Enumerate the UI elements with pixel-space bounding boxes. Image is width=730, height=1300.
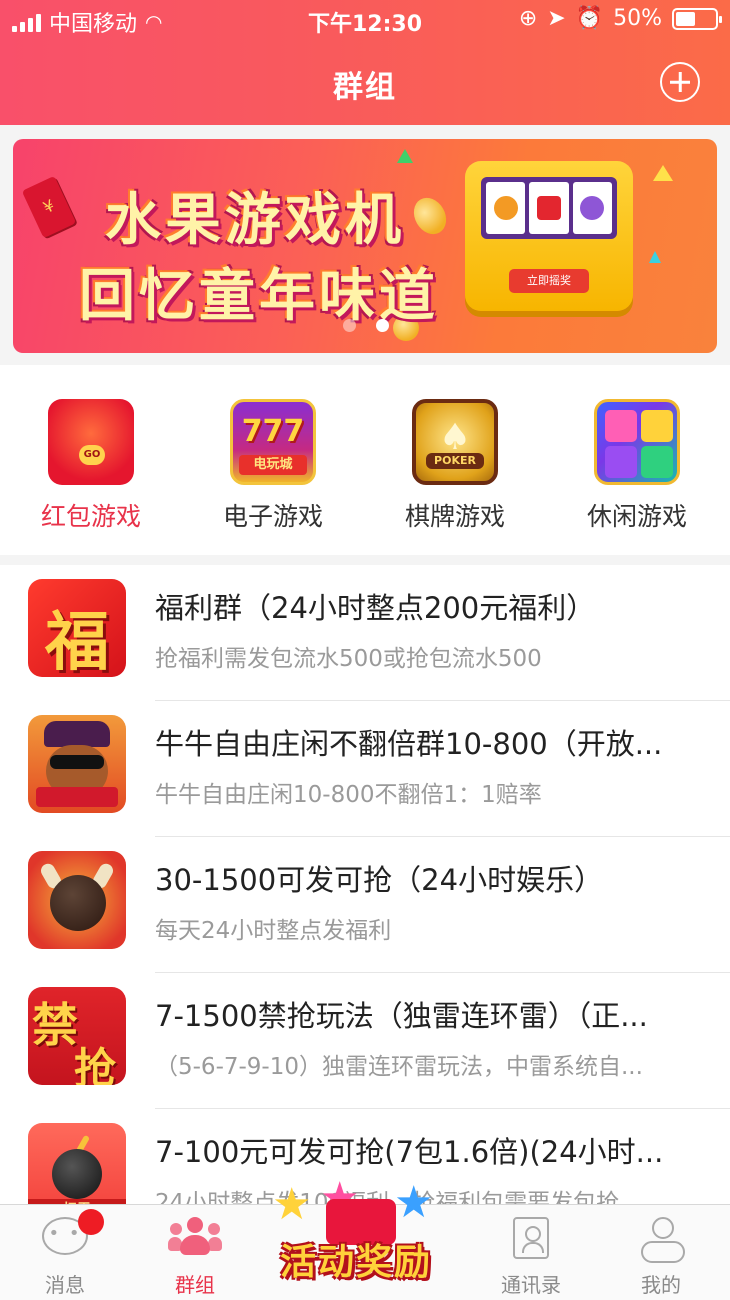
battery-icon <box>672 7 722 30</box>
poker-chip-icon: ♠ POKER <box>412 399 498 485</box>
category-card-games[interactable]: ♠ POKER 棋牌游戏 <box>364 399 546 533</box>
alarm-icon: ⏰ <box>575 6 604 31</box>
person-icon <box>639 1217 685 1263</box>
promo-banner[interactable]: 水果游戏机 回忆童年味道 立即摇奖 <box>13 139 717 353</box>
tab-messages[interactable]: 消息 <box>0 1205 130 1300</box>
category-label: 红包游戏 <box>40 502 141 531</box>
confetti-icon <box>397 149 413 163</box>
section-divider <box>0 555 730 565</box>
app-screen: 中国移动 ◠ 下午12:30 ⊕ ➤ ⏰ 50% 群组 水果游戏机 回忆童年味道 <box>0 0 730 1300</box>
group-avatar: 禁 抢 <box>28 987 126 1085</box>
rotation-lock-icon: ⊕ <box>518 6 538 31</box>
unread-badge <box>78 1209 104 1235</box>
coin-icon <box>407 192 453 240</box>
group-subtitle: 抢福利需发包流水500或抢包流水500 <box>155 646 542 672</box>
slot-777-text: 777 <box>241 414 305 449</box>
confetti-icon <box>653 165 673 181</box>
tab-activity-rewards[interactable]: ★ ★ ★ 活动奖励 <box>266 1173 456 1300</box>
group-name: 福利群（24小时整点200元福利） <box>155 591 596 625</box>
group-list: 福 福利群（24小时整点200元福利） 抢福利需发包流水500或抢包流水500 … <box>0 565 730 1245</box>
category-label: 电子游戏 <box>222 502 323 531</box>
group-subtitle: 牛牛自由庄闲10-800不翻倍1：1赔率 <box>155 782 542 808</box>
poker-text: POKER <box>426 453 484 469</box>
status-bar: 中国移动 ◠ 下午12:30 ⊕ ➤ ⏰ 50% <box>0 0 730 40</box>
group-name: 牛牛自由庄闲不翻倍群10-800（开放... <box>155 727 663 761</box>
tab-label: 我的 <box>641 1273 681 1297</box>
group-avatar <box>28 851 126 949</box>
group-avatar <box>28 715 126 813</box>
category-electronic-games[interactable]: 777 电玩城 电子游戏 <box>182 399 364 533</box>
tab-groups[interactable]: 群组 <box>130 1205 260 1300</box>
banner-headline: 水果游戏机 <box>105 188 405 253</box>
red-envelope-icon <box>48 399 134 485</box>
slot-caption: 电玩城 <box>239 455 307 475</box>
star-icon: ★ <box>394 1177 434 1228</box>
group-name: 7-100元可发可抢(7包1.6倍)(24小时... <box>155 1135 664 1169</box>
group-avatar: 福 <box>28 579 126 677</box>
group-name: 7-1500禁抢玩法（独雷连环雷）（正... <box>155 999 648 1033</box>
group-row[interactable]: 福 福利群（24小时整点200元福利） 抢福利需发包流水500或抢包流水500 <box>0 565 730 701</box>
tab-label: 消息 <box>45 1273 85 1297</box>
page-title: 群组 <box>333 70 397 105</box>
category-red-envelope-games[interactable]: 红包游戏 <box>0 399 182 533</box>
star-icon: ★ <box>272 1179 312 1230</box>
category-label: 休闲游戏 <box>586 502 687 531</box>
game-categories: 红包游戏 777 电玩城 电子游戏 ♠ POKER 棋牌游戏 休闲游戏 <box>0 365 730 555</box>
category-label: 棋牌游戏 <box>404 502 505 531</box>
group-name: 30-1500可发可抢（24小时娱乐） <box>155 863 604 897</box>
group-row[interactable]: 30-1500可发可抢（24小时娱乐） 每天24小时整点发福利 <box>0 837 730 973</box>
tab-contacts[interactable]: 通讯录 <box>466 1205 596 1300</box>
category-casual-games[interactable]: 休闲游戏 <box>546 399 728 533</box>
add-group-button[interactable] <box>660 62 700 102</box>
group-subtitle: 每天24小时整点发福利 <box>155 918 392 944</box>
tab-bar: 消息 群组 ★ ★ ★ 活动奖励 通讯录 我的 <box>0 1173 730 1300</box>
group-people-icon <box>168 1217 222 1257</box>
tab-me[interactable]: 我的 <box>596 1205 726 1300</box>
tab-label: 通讯录 <box>501 1273 561 1297</box>
promo-label: 活动奖励 <box>280 1242 433 1283</box>
slot-machine-icon: 立即摇奖 <box>465 161 633 311</box>
location-icon: ➤ <box>547 6 566 31</box>
battery-percent: 50% <box>613 6 662 31</box>
group-row[interactable]: 禁 抢 7-1500禁抢玩法（独雷连环雷）（正... （5-6-7-9-10）独… <box>0 973 730 1109</box>
slot-777-icon: 777 电玩城 <box>230 399 316 485</box>
top-bar: 中国移动 ◠ 下午12:30 ⊕ ➤ ⏰ 50% 群组 <box>0 0 730 125</box>
gem-puzzle-icon <box>594 399 680 485</box>
pagination-dot <box>343 319 356 332</box>
contacts-book-icon <box>513 1217 549 1259</box>
group-row[interactable]: 牛牛自由庄闲不翻倍群10-800（开放... 牛牛自由庄闲10-800不翻倍1：… <box>0 701 730 837</box>
avatar-text: 抢 <box>74 1044 117 1085</box>
confetti-icon <box>649 251 661 263</box>
pagination-dot-active <box>376 319 389 332</box>
red-envelope-icon <box>21 175 77 239</box>
tab-label: 群组 <box>175 1273 215 1297</box>
avatar-text: 福 <box>45 606 109 677</box>
banner-pagination <box>343 319 389 332</box>
spin-now-button: 立即摇奖 <box>509 269 589 293</box>
banner-area: 水果游戏机 回忆童年味道 立即摇奖 <box>0 125 730 365</box>
avatar-text: 禁 <box>32 998 78 1052</box>
group-subtitle: （5-6-7-9-10）独雷连环雷玩法，中雷系统自... <box>155 1054 643 1080</box>
